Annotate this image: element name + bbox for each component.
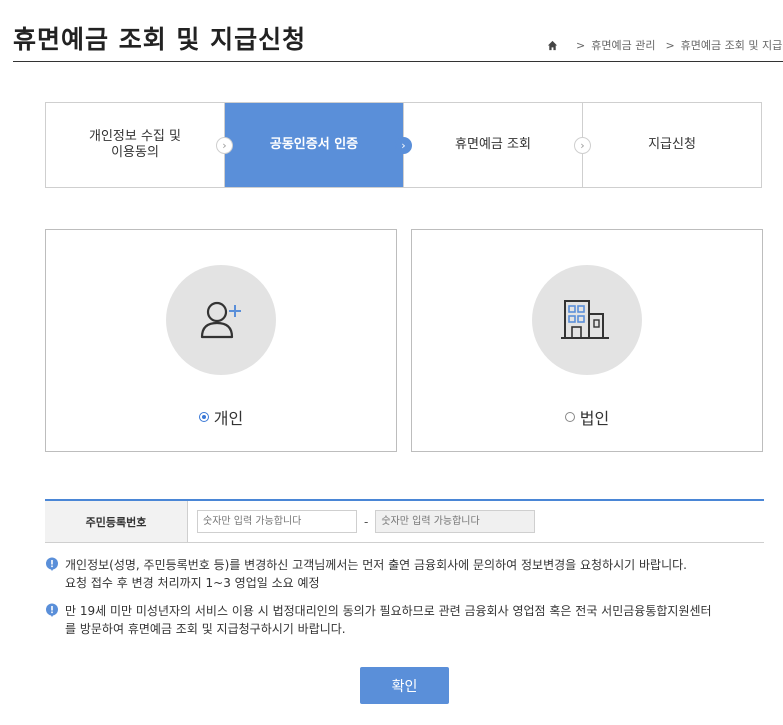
step-payment: 지급신청 (583, 103, 761, 187)
breadcrumb-item-dormant-management[interactable]: 휴면예금 관리 (591, 37, 655, 53)
resident-number-first-input[interactable] (197, 510, 357, 533)
home-icon[interactable] (547, 40, 558, 51)
progress-steps: 개인정보 수집 및 이용동의 › 공동인증서 인증 › 휴면예금 조회 › 지급… (45, 102, 762, 188)
step-label: 개인정보 수집 및 이용동의 (89, 129, 181, 160)
notice-text: 개인정보(성명, 주민등록번호 등)를 변경하신 고객님께서는 먼저 출연 금융… (65, 556, 687, 592)
resident-number-label: 주민등록번호 (45, 501, 188, 542)
resident-number-second-input[interactable] (375, 510, 536, 533)
resident-number-separator: - (364, 514, 369, 529)
page-header: 휴면예금 조회 및 지급신청 > 휴면예금 관리 > 휴면예금 조회 및 지급신 (13, 0, 783, 62)
notice-minor: 만 19세 미만 미성년자의 서비스 이용 시 법정대리인의 동의가 필요하므로… (45, 602, 765, 638)
step-certificate: 공동인증서 인증 › (225, 103, 412, 187)
chevron-right-icon: › (574, 137, 591, 154)
info-icon (46, 557, 58, 571)
personal-option-card[interactable]: 개인 (45, 229, 397, 452)
step-label: 공동인증서 인증 (269, 137, 359, 152)
step-consent: 개인정보 수집 및 이용동의 › (46, 103, 233, 187)
notice-line: 개인정보(성명, 주민등록번호 등)를 변경하신 고객님께서는 먼저 출연 금융… (65, 558, 687, 572)
personal-radio-choice[interactable]: 개인 (46, 405, 396, 429)
resident-number-row: 주민등록번호 - (45, 499, 764, 543)
personal-label: 개인 (213, 409, 244, 428)
notice-text: 만 19세 미만 미성년자의 서비스 이용 시 법정대리인의 동의가 필요하므로… (65, 602, 712, 638)
notice-line: 를 방문하여 휴면예금 조회 및 지급청구하시기 바랍니다. (65, 622, 346, 636)
resident-number-fields: - (188, 501, 536, 542)
breadcrumb-separator: > (576, 38, 586, 52)
corporate-radio-choice[interactable]: 법인 (412, 405, 762, 429)
personal-radio[interactable] (198, 412, 209, 422)
step-inquiry: 휴면예금 조회 › (404, 103, 591, 187)
page-title: 휴면예금 조회 및 지급신청 (13, 25, 307, 54)
breadcrumb-item-current: 휴면예금 조회 및 지급신 (680, 39, 783, 52)
corporate-radio[interactable] (564, 412, 575, 422)
info-icon (46, 603, 58, 617)
person-add-icon (200, 301, 241, 339)
corporate-label: 법인 (579, 409, 610, 428)
icon-circle (166, 265, 276, 375)
notice-line: 만 19세 미만 미성년자의 서비스 이용 시 법정대리인의 동의가 필요하므로… (65, 604, 712, 618)
notice-line: 요청 접수 후 변경 처리까지 1~3 영업일 소요 예정 (65, 576, 320, 590)
chevron-right-icon: › (395, 137, 412, 154)
building-icon (561, 300, 609, 339)
breadcrumb: > 휴면예금 관리 > 휴면예금 조회 및 지급신 (547, 37, 783, 53)
breadcrumb-separator: > (665, 38, 675, 52)
step-label: 지급신청 (648, 137, 696, 152)
notice-info-change: 개인정보(성명, 주민등록번호 등)를 변경하신 고객님께서는 먼저 출연 금융… (45, 556, 765, 592)
confirm-button[interactable]: 확인 (360, 667, 449, 704)
step-label: 휴면예금 조회 (455, 137, 531, 152)
corporate-option-card[interactable]: 법인 (411, 229, 763, 452)
chevron-right-icon: › (216, 137, 233, 154)
icon-circle (532, 265, 642, 375)
